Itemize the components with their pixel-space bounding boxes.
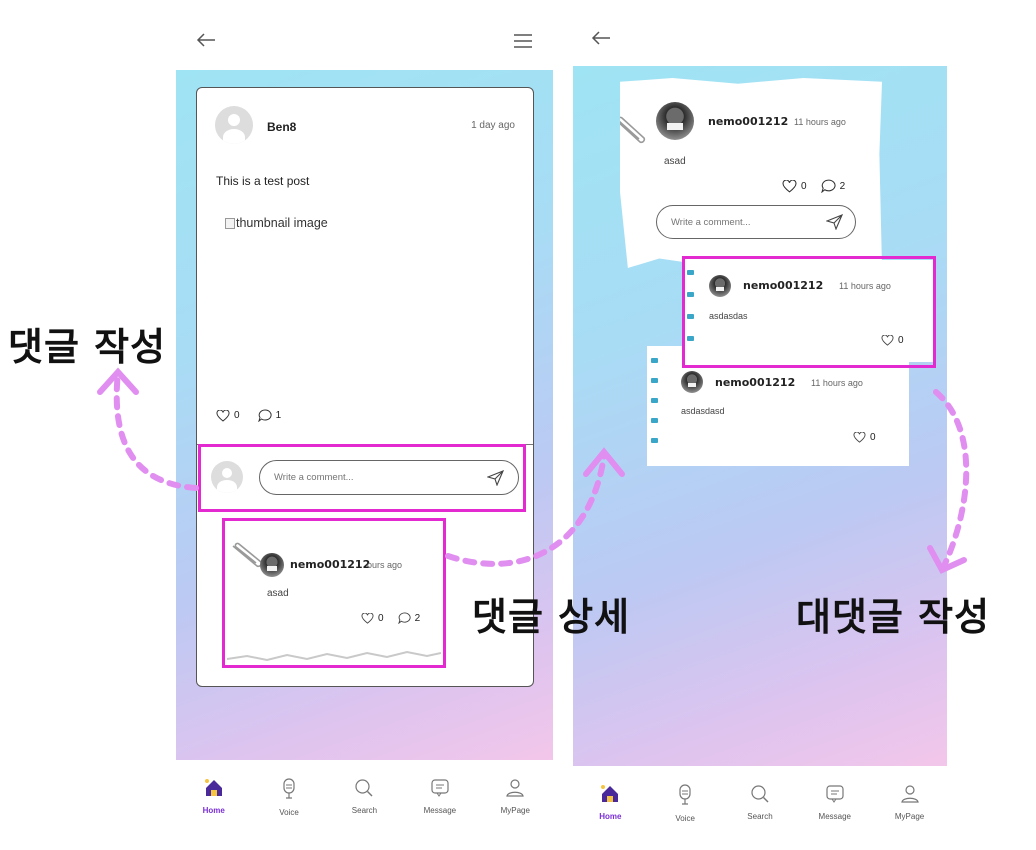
arrow-to-write-comment xyxy=(113,369,199,491)
label-write-reply: 대댓글 작성 xyxy=(796,595,991,639)
label-comment-detail: 댓글 상세 xyxy=(472,595,631,639)
arrow-to-write-reply xyxy=(933,389,970,569)
arrow-to-comment-detail xyxy=(445,453,607,567)
label-write-comment: 댓글 작성 xyxy=(8,325,167,369)
annotation-arrows xyxy=(97,367,970,574)
